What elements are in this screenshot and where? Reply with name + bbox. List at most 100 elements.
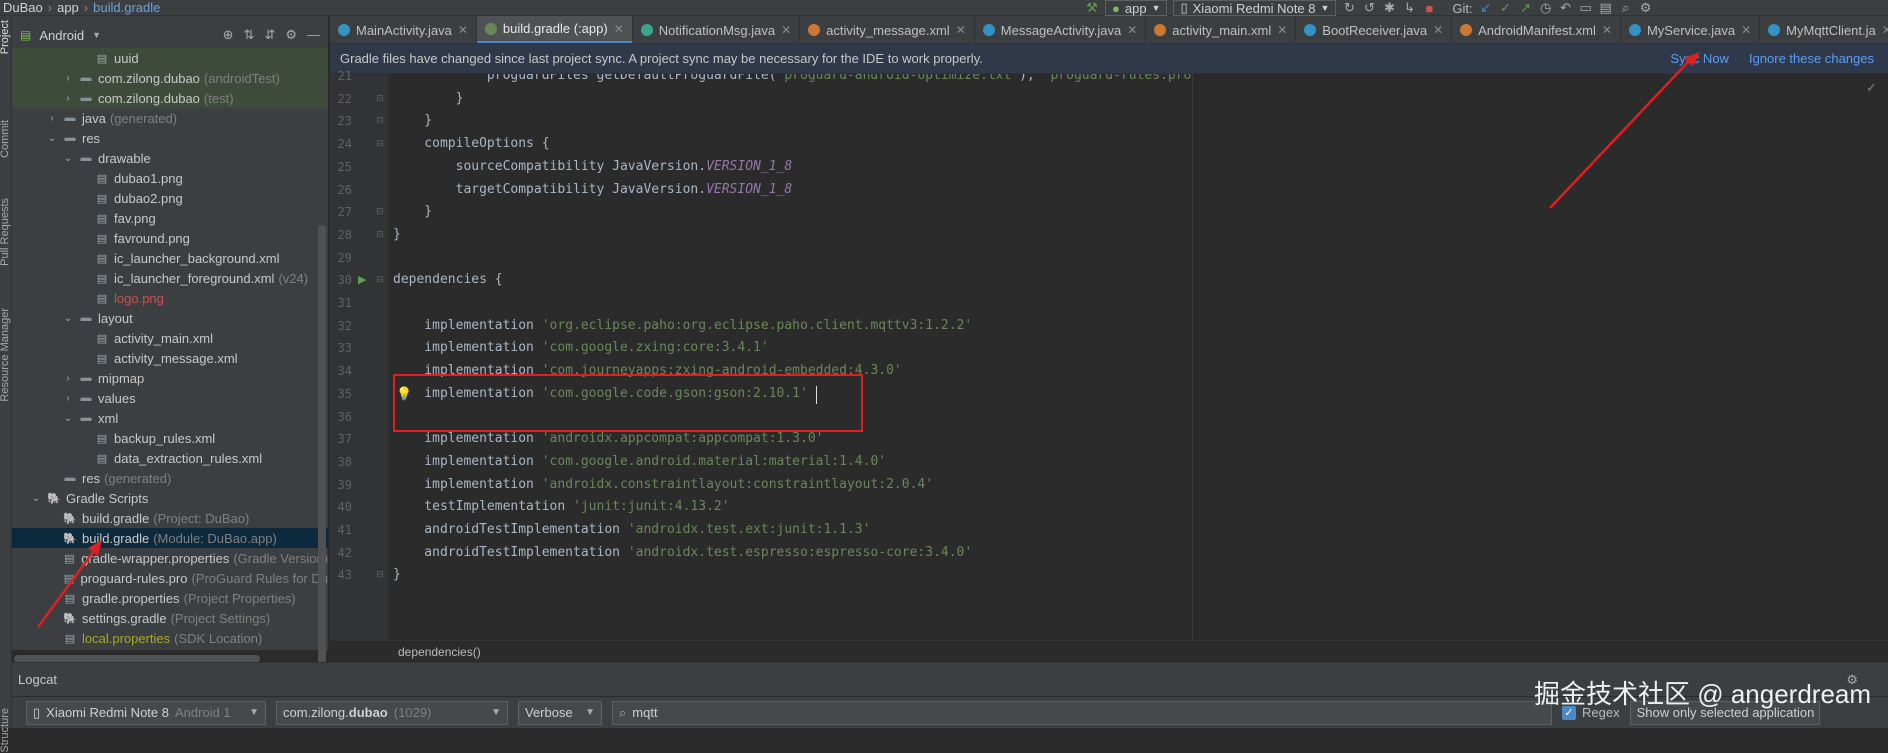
expanded-arrow-icon[interactable]: ⌄ [62,153,74,164]
editor-tab[interactable]: MessageActivity.java ✕ [975,16,1147,43]
collapsed-arrow-icon[interactable]: › [46,113,58,124]
code-line[interactable]: implementation 'com.google.android.mater… [393,451,886,473]
tree-item[interactable]: ▤ gradle-wrapper.properties (Gradle Versio… [12,548,328,568]
code-line[interactable]: } [393,88,464,110]
tree-item[interactable]: ▤ data_extraction_rules.xml [12,448,328,468]
run-gutter-icon[interactable]: ▶ [358,273,366,286]
history-icon[interactable]: ◷ [1539,0,1553,15]
logcat-device-select[interactable]: ▯ Xiaomi Redmi Note 8 Android 1 ▼ [26,700,266,725]
editor-tab[interactable]: build.gradle (:app) ✕ [476,16,633,43]
project-tool-tab[interactable]: Project [0,20,11,54]
git-commit-icon[interactable]: ✓ [1499,0,1513,15]
editor-tab[interactable]: MyService.java ✕ [1621,16,1761,43]
tree-item[interactable]: 🐘 build.gradle (Project: DuBao) [12,508,328,528]
editor-tab[interactable]: MainActivity.java ✕ [330,16,477,43]
collapsed-arrow-icon[interactable]: › [62,93,74,104]
code-line[interactable]: proguardFiles getDefaultProguardFile('pr… [393,74,1199,87]
tree-item[interactable]: ▬ res (generated) [12,468,328,488]
git-update-icon[interactable]: ↙ [1479,0,1493,15]
collapsed-arrow-icon[interactable]: › [62,73,74,84]
inspection-ok-icon[interactable]: ✓ [1866,80,1877,96]
log-level-select[interactable]: Verbose ▼ [518,700,602,725]
tree-item[interactable]: ⌄ ▬ res [12,128,328,148]
hide-icon[interactable]: — [307,27,320,43]
fold-marker-icon[interactable]: ⊟ [376,93,384,104]
code-line[interactable]: sourceCompatibility JavaVersion.VERSION_… [393,156,793,178]
close-icon[interactable]: ✕ [1433,23,1443,37]
view-mode-select[interactable]: Android [39,28,84,43]
tree-item[interactable]: ▤ fav.png [12,208,328,228]
run-config-select[interactable]: ● app ▼ [1105,0,1168,16]
close-icon[interactable]: ✕ [1882,23,1888,37]
tree-item[interactable]: ▤ gradle.properties (Project Properties) [12,588,328,608]
close-icon[interactable]: ✕ [781,23,791,37]
tree-item[interactable]: › ▬ com.zilong.dubao (androidTest) [12,68,328,88]
code-line[interactable]: } [393,201,432,223]
expand-all-icon[interactable]: ⇅ [244,27,255,43]
editor-tab[interactable]: MyMqttClient.ja ✕ [1760,16,1888,43]
tree-item[interactable]: ⌄ 🐘 Gradle Scripts [12,488,328,508]
apply-changes-icon[interactable]: ↻ [1342,0,1356,15]
close-icon[interactable]: ✕ [956,23,966,37]
expanded-arrow-icon[interactable]: ⌄ [62,313,74,324]
sync-now-link[interactable]: Sync Now [1670,51,1729,66]
code-line[interactable]: } [393,564,401,586]
tree-item[interactable]: ▤ backup_rules.xml [12,428,328,448]
breadcrumb-file[interactable]: build.gradle [93,0,160,15]
pull-requests-tool-tab[interactable]: Pull Requests [0,198,11,266]
tree-item[interactable]: › ▬ values [12,388,328,408]
tree-item[interactable]: › ▬ mipmap [12,368,328,388]
gear-icon[interactable]: ⚙ [285,27,297,43]
tree-item[interactable]: ▤ activity_main.xml [12,328,328,348]
settings-icon[interactable]: ⚙ [1639,0,1653,15]
editor-tab[interactable]: activity_message.xml ✕ [800,16,975,43]
code-line[interactable]: androidTestImplementation 'androidx.test… [393,542,972,564]
code-editor[interactable]: proguardFiles getDefaultProguardFile('pr… [388,74,1888,640]
code-line[interactable]: implementation 'com.google.zxing:core:3.… [393,337,768,359]
device-select[interactable]: ▯ Xiaomi Redmi Note 8 ▼ [1173,0,1337,16]
ignore-changes-link[interactable]: Ignore these changes [1749,51,1874,66]
device-manager-icon[interactable]: ▭ [1579,0,1593,15]
structure-breadcrumb-item[interactable]: dependencies() [398,645,481,659]
debug-icon[interactable]: ✱ [1382,0,1396,15]
close-icon[interactable]: ✕ [614,22,624,36]
breadcrumb-module[interactable]: app [57,0,79,15]
tree-item[interactable]: ⌄ ▬ drawable [12,148,328,168]
tree-item[interactable]: 🐘 settings.gradle (Project Settings) [12,608,328,628]
expanded-arrow-icon[interactable]: ⌄ [62,413,74,424]
tree-item[interactable]: ▤ proguard-rules.pro (ProGuard Rules for D… [12,568,328,588]
editor-tab[interactable]: NotificationMsg.java ✕ [633,16,801,43]
chevron-down-icon[interactable]: ▼ [92,30,101,40]
locate-icon[interactable]: ⊕ [223,27,234,43]
git-push-icon[interactable]: ↗ [1519,0,1533,15]
close-icon[interactable]: ✕ [1277,23,1287,37]
expanded-arrow-icon[interactable]: ⌄ [30,493,42,504]
editor-gutter[interactable]: 21 22 23 24 25 26 27 28 29 30 31 32 33 34 35 36 37 38 39 40… [330,69,388,640]
tree-item[interactable]: ▤ uuid [12,48,328,68]
search-icon[interactable]: ⌕ [1619,0,1633,15]
tree-item[interactable]: ⌄ ▬ layout [12,308,328,328]
expanded-arrow-icon[interactable]: ⌄ [46,133,58,144]
apply-code-icon[interactable]: ↺ [1362,0,1376,15]
tree-item[interactable]: ▤ dubao2.png [12,188,328,208]
code-line[interactable]: androidTestImplementation 'androidx.test… [393,519,870,541]
attach-icon[interactable]: ↳ [1402,0,1416,15]
code-line[interactable]: implementation 'org.eclipse.paho:org.ecl… [393,315,972,337]
close-icon[interactable]: ✕ [1741,23,1751,37]
fold-marker-icon[interactable]: ⊟ [376,138,384,149]
editor-tab[interactable]: BootReceiver.java ✕ [1296,16,1453,43]
close-icon[interactable]: ✕ [1602,23,1612,37]
code-line[interactable]: testImplementation 'junit:junit:4.13.2' [393,496,729,518]
code-line[interactable]: implementation 'androidx.constraintlayou… [393,474,933,496]
tree-item[interactable]: 🐘 build.gradle (Module: DuBao.app) [12,528,328,548]
commit-tool-tab[interactable]: Commit [0,120,11,158]
fold-marker-icon[interactable]: ⊟ [376,569,384,580]
hammer-icon[interactable]: ⚒ [1085,0,1099,15]
tree-item[interactable]: › ▬ com.zilong.dubao (test) [12,88,328,108]
tree-scrollbar[interactable] [318,225,326,665]
tree-item[interactable]: ▤ favround.png [12,228,328,248]
logcat-process-select[interactable]: com.zilong.dubao (1029) ▼ [276,700,508,725]
breadcrumb-project[interactable]: DuBao [3,0,43,15]
sdk-manager-icon[interactable]: ▤ [1599,0,1613,15]
tree-item[interactable]: ▤ dubao1.png [12,168,328,188]
